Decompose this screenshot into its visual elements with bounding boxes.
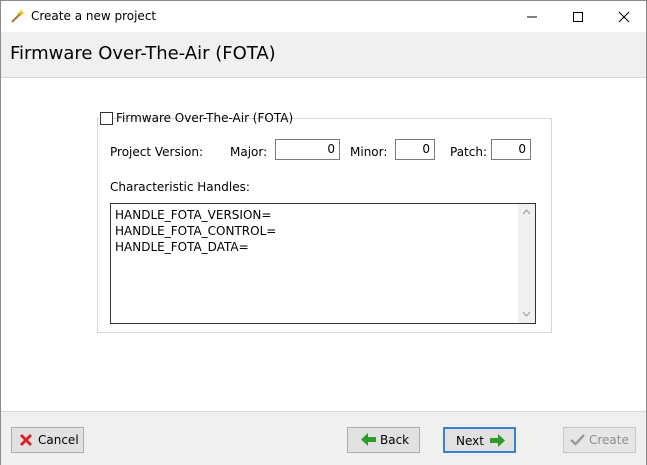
back-button[interactable]: Back — [347, 427, 420, 453]
handle-line: HANDLE_FOTA_VERSION= — [115, 208, 272, 222]
fota-checkbox-label: Firmware Over-The-Air (FOTA) — [116, 111, 294, 125]
handle-line: HANDLE_FOTA_DATA= — [115, 240, 249, 254]
handles-label: Characteristic Handles: — [110, 180, 250, 194]
handles-textarea[interactable]: HANDLE_FOTA_VERSION= HANDLE_FOTA_CONTROL… — [110, 203, 536, 324]
scroll-up-icon[interactable] — [522, 209, 531, 215]
maximize-button[interactable] — [555, 1, 601, 32]
content-area: Firmware Over-The-Air (FOTA) Project Ver… — [1, 78, 646, 411]
wizard-footer: Cancel Back Next Create — [1, 411, 646, 465]
arrow-left-icon — [361, 433, 376, 446]
handles-text: HANDLE_FOTA_VERSION= HANDLE_FOTA_CONTROL… — [115, 207, 276, 255]
minimize-icon — [527, 16, 537, 18]
next-label: Next — [456, 434, 484, 448]
cancel-button[interactable]: Cancel — [11, 427, 84, 453]
create-button[interactable]: Create — [563, 427, 636, 453]
handle-line: HANDLE_FOTA_CONTROL= — [115, 224, 277, 238]
cancel-x-icon — [19, 433, 33, 447]
create-label: Create — [589, 433, 629, 447]
window-title: Create a new project — [31, 9, 157, 23]
fota-groupbox: Firmware Over-The-Air (FOTA) Project Ver… — [97, 110, 552, 333]
maximize-icon — [573, 12, 583, 22]
cancel-label: Cancel — [38, 433, 79, 447]
scroll-down-icon[interactable] — [522, 311, 531, 317]
close-icon — [618, 11, 630, 23]
title-bar: Create a new project — [1, 1, 646, 32]
patch-input[interactable]: 0 — [491, 139, 531, 160]
fota-toggle[interactable]: Firmware Over-The-Air (FOTA) — [99, 110, 293, 128]
project-version-label: Project Version: — [110, 145, 204, 159]
minor-input[interactable]: 0 — [395, 139, 435, 160]
create-project-window: Create a new project Firmware Over-The-A… — [0, 0, 647, 465]
wand-icon — [10, 8, 26, 24]
minor-label: Minor: — [350, 145, 388, 159]
close-button[interactable] — [601, 1, 647, 32]
page-title: Firmware Over-The-Air (FOTA) — [10, 43, 276, 64]
patch-label: Patch: — [450, 145, 488, 159]
arrow-right-icon — [490, 434, 505, 447]
fota-checkbox[interactable] — [100, 112, 113, 125]
vertical-scrollbar[interactable] — [518, 204, 535, 323]
checkmark-icon — [570, 434, 585, 446]
back-label: Back — [380, 433, 410, 447]
major-input[interactable]: 0 — [275, 139, 340, 160]
major-label: Major: — [230, 145, 268, 159]
minimize-button[interactable] — [509, 1, 555, 32]
next-button[interactable]: Next — [443, 427, 516, 453]
page-header: Firmware Over-The-Air (FOTA) — [1, 32, 646, 78]
